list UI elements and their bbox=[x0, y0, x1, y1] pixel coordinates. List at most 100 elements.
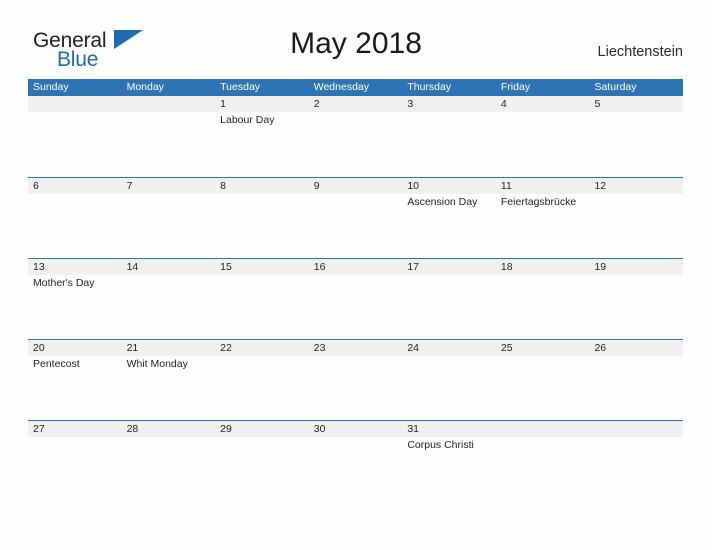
day-cell[interactable]: 22 bbox=[215, 340, 309, 420]
day-events: Corpus Christi bbox=[407, 438, 494, 452]
day-number-band bbox=[215, 178, 309, 194]
day-cell[interactable]: 29 bbox=[215, 421, 309, 465]
day-number-band bbox=[495, 421, 590, 437]
day-cell[interactable]: 26 bbox=[589, 340, 684, 420]
day-cell[interactable]: 21 Whit Monday bbox=[121, 340, 216, 420]
day-number-band bbox=[308, 178, 403, 194]
calendar-weeks: 1 Labour Day 2 3 4 5 6 7 8 9 10 Ascension Day 11 Feie… bbox=[28, 96, 684, 465]
holiday-event-label: Labour Day bbox=[220, 114, 275, 126]
weekday-header-saturday: Saturday bbox=[594, 81, 637, 93]
day-cell[interactable]: 24 bbox=[402, 340, 496, 420]
day-cell[interactable]: 18 bbox=[495, 259, 590, 339]
day-number: 28 bbox=[126, 423, 139, 435]
day-cell[interactable]: 11 Feiertagsbrücke bbox=[495, 178, 590, 258]
day-cell[interactable]: 10 Ascension Day bbox=[402, 178, 496, 258]
day-cell[interactable]: 19 bbox=[589, 259, 684, 339]
calendar-week-row: 1 Labour Day 2 3 4 5 bbox=[28, 96, 684, 177]
holiday-event-label: Ascension Day bbox=[407, 196, 478, 208]
day-number: 9 bbox=[313, 180, 320, 192]
day-cell[interactable]: 2 bbox=[308, 96, 403, 177]
day-events: Ascension Day bbox=[407, 195, 494, 209]
day-cell[interactable]: 13 Mother's Day bbox=[28, 259, 122, 339]
day-cell-empty bbox=[121, 96, 216, 177]
day-events: Pentecost bbox=[33, 357, 120, 371]
day-number: 1 bbox=[220, 98, 226, 110]
day-cell[interactable]: 5 bbox=[589, 96, 684, 177]
day-number: 2 bbox=[313, 98, 320, 110]
day-cell[interactable]: 28 bbox=[121, 421, 216, 465]
page-header: General Blue May 2018 Liechtenstein bbox=[0, 0, 712, 79]
day-cell[interactable]: 9 bbox=[308, 178, 403, 258]
day-number-band bbox=[28, 96, 122, 112]
day-number-band bbox=[308, 96, 403, 112]
weekday-header-wednesday: Wednesday bbox=[313, 81, 369, 93]
day-number: 17 bbox=[407, 261, 419, 273]
calendar-page: General Blue May 2018 Liechtenstein Sund… bbox=[0, 0, 712, 550]
day-cell-empty bbox=[28, 96, 122, 177]
day-number: 7 bbox=[126, 180, 133, 192]
day-number: 16 bbox=[313, 261, 326, 273]
day-number: 22 bbox=[220, 342, 232, 354]
calendar-week-row: 13 Mother's Day 14 15 16 17 18 19 bbox=[28, 258, 684, 339]
day-number: 27 bbox=[33, 423, 45, 435]
day-cell-empty bbox=[589, 421, 684, 465]
weekday-header-friday: Friday bbox=[500, 81, 531, 93]
day-number: 20 bbox=[33, 342, 45, 354]
day-number: 26 bbox=[594, 342, 607, 354]
day-number: 30 bbox=[313, 423, 326, 435]
day-number: 25 bbox=[500, 342, 513, 354]
holiday-event-label: Feiertagsbrücke bbox=[500, 196, 577, 208]
day-number: 14 bbox=[126, 261, 139, 273]
day-cell[interactable]: 8 bbox=[215, 178, 309, 258]
day-number: 13 bbox=[33, 261, 45, 273]
day-events: Mother's Day bbox=[33, 276, 120, 290]
weekday-header-sunday: Sunday bbox=[33, 81, 69, 93]
day-events: Feiertagsbrücke bbox=[501, 195, 588, 209]
day-cell[interactable]: 20 Pentecost bbox=[28, 340, 122, 420]
weekday-header-tuesday: Tuesday bbox=[220, 81, 261, 93]
day-cell[interactable]: 4 bbox=[495, 96, 590, 177]
day-number-band bbox=[402, 96, 496, 112]
holiday-event-label: Corpus Christi bbox=[407, 439, 474, 451]
weekday-header-monday: Monday bbox=[126, 81, 164, 93]
day-number-band bbox=[215, 96, 309, 112]
day-cell-empty bbox=[495, 421, 590, 465]
day-number-band bbox=[121, 178, 216, 194]
day-number: 11 bbox=[500, 180, 512, 192]
day-cell[interactable]: 16 bbox=[308, 259, 403, 339]
region-label: Liechtenstein bbox=[597, 44, 683, 60]
day-number: 31 bbox=[407, 423, 419, 435]
day-cell[interactable]: 17 bbox=[402, 259, 496, 339]
day-cell[interactable]: 23 bbox=[308, 340, 403, 420]
day-cell[interactable]: 31 Corpus Christi bbox=[402, 421, 496, 465]
holiday-event-label: Pentecost bbox=[33, 358, 80, 370]
day-number: 5 bbox=[594, 98, 601, 110]
day-cell[interactable]: 14 bbox=[121, 259, 216, 339]
day-number-band bbox=[589, 421, 684, 437]
day-number-band bbox=[495, 96, 590, 112]
day-number: 10 bbox=[407, 180, 419, 192]
day-cell[interactable]: 7 bbox=[121, 178, 216, 258]
day-number: 15 bbox=[220, 261, 232, 273]
day-number: 4 bbox=[500, 98, 507, 110]
day-number-band bbox=[589, 96, 684, 112]
weekday-header-thursday: Thursday bbox=[407, 81, 452, 93]
day-number: 6 bbox=[33, 180, 39, 192]
day-number: 19 bbox=[594, 261, 607, 273]
day-cell[interactable]: 15 bbox=[215, 259, 309, 339]
day-cell[interactable]: 12 bbox=[589, 178, 684, 258]
day-cell[interactable]: 3 bbox=[402, 96, 496, 177]
day-number: 29 bbox=[220, 423, 232, 435]
day-cell[interactable]: 6 bbox=[28, 178, 122, 258]
day-events: Whit Monday bbox=[127, 357, 214, 371]
calendar-week-row: 6 7 8 9 10 Ascension Day 11 Feiertagsbrücke 12 bbox=[28, 177, 684, 258]
day-number: 23 bbox=[313, 342, 326, 354]
day-cell[interactable]: 30 bbox=[308, 421, 403, 465]
calendar-week-row: 20 Pentecost 21 Whit Monday 22 23 24 25 26 bbox=[28, 339, 684, 420]
day-cell[interactable]: 1 Labour Day bbox=[215, 96, 309, 177]
day-cell[interactable]: 27 bbox=[28, 421, 122, 465]
calendar-grid: Sunday Monday Tuesday Wednesday Thursday… bbox=[28, 79, 684, 465]
day-cell[interactable]: 25 bbox=[495, 340, 590, 420]
holiday-event-label: Whit Monday bbox=[126, 358, 188, 370]
day-number: 3 bbox=[407, 98, 414, 110]
